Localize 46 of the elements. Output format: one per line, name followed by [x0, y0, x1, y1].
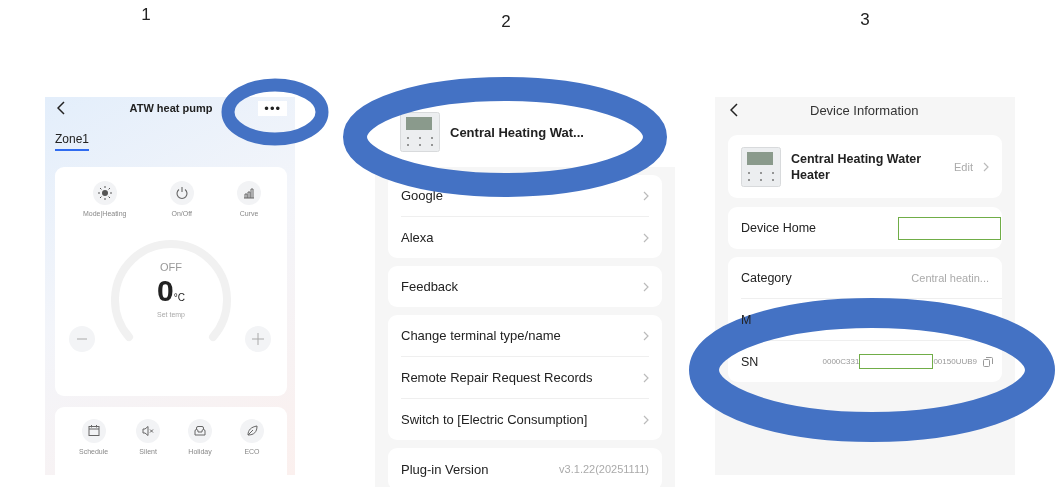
info-value: Central heatin...: [911, 271, 989, 284]
serial-number-part: 00150UUB9: [933, 357, 977, 366]
settings-item[interactable]: Alexa: [401, 216, 649, 258]
chevron-right-icon: [643, 232, 649, 243]
serial-number-part: 0000C331: [822, 357, 860, 366]
sun-icon[interactable]: [92, 181, 117, 205]
device-name: Central Heating Water Heater: [791, 150, 923, 183]
screenshot-number: 1: [141, 4, 151, 26]
settings-item[interactable]: Feedback: [401, 266, 649, 307]
sofa-icon[interactable]: [188, 419, 213, 443]
bar-chart-icon[interactable]: [237, 181, 261, 205]
settings-item[interactable]: Google: [401, 175, 649, 216]
screen-title: Device Information: [810, 102, 919, 118]
device-name: Central Heating Wat...: [450, 124, 584, 140]
chevron-right-icon: [983, 161, 989, 172]
chevron-right-icon: [643, 330, 649, 341]
more-button[interactable]: •••: [258, 100, 287, 116]
temperature-unit: °C: [173, 292, 185, 303]
screen-title: ATW heat pump: [129, 102, 213, 114]
settings-item[interactable]: Remote Repair Request Records: [401, 356, 649, 398]
version-label: Plug-in Version: [401, 461, 489, 477]
speaker-mute-icon[interactable]: [136, 419, 161, 443]
chevron-right-icon: [643, 372, 649, 383]
power-status: OFF: [160, 261, 182, 273]
leaf-icon[interactable]: [239, 419, 264, 443]
calendar-icon[interactable]: [81, 419, 106, 443]
info-label: SN: [741, 354, 759, 369]
info-label: M: [741, 312, 752, 327]
chevron-right-icon: [643, 281, 649, 292]
back-icon[interactable]: [730, 103, 738, 117]
back-icon[interactable]: [57, 101, 65, 115]
zone-tab[interactable]: Zone1: [55, 132, 90, 151]
thermostat-drawing: [741, 146, 781, 187]
screenshot-number: 2: [501, 11, 511, 33]
power-icon[interactable]: [169, 181, 194, 205]
thermostat-drawing: [400, 112, 440, 152]
settings-item[interactable]: Change terminal type/name: [401, 315, 649, 356]
version-value: v3.1.22(20251111): [559, 463, 649, 475]
device-home-label: Device Home: [741, 221, 817, 235]
chevron-right-icon: [643, 414, 649, 425]
info-label: Category: [741, 270, 792, 285]
copy-icon[interactable]: [983, 356, 993, 367]
screenshot-number: 3: [860, 9, 870, 31]
settings-item[interactable]: Switch to [Electric Consumption]: [401, 398, 649, 440]
chevron-right-icon: [643, 190, 649, 201]
temperature-value: 0: [157, 275, 174, 307]
